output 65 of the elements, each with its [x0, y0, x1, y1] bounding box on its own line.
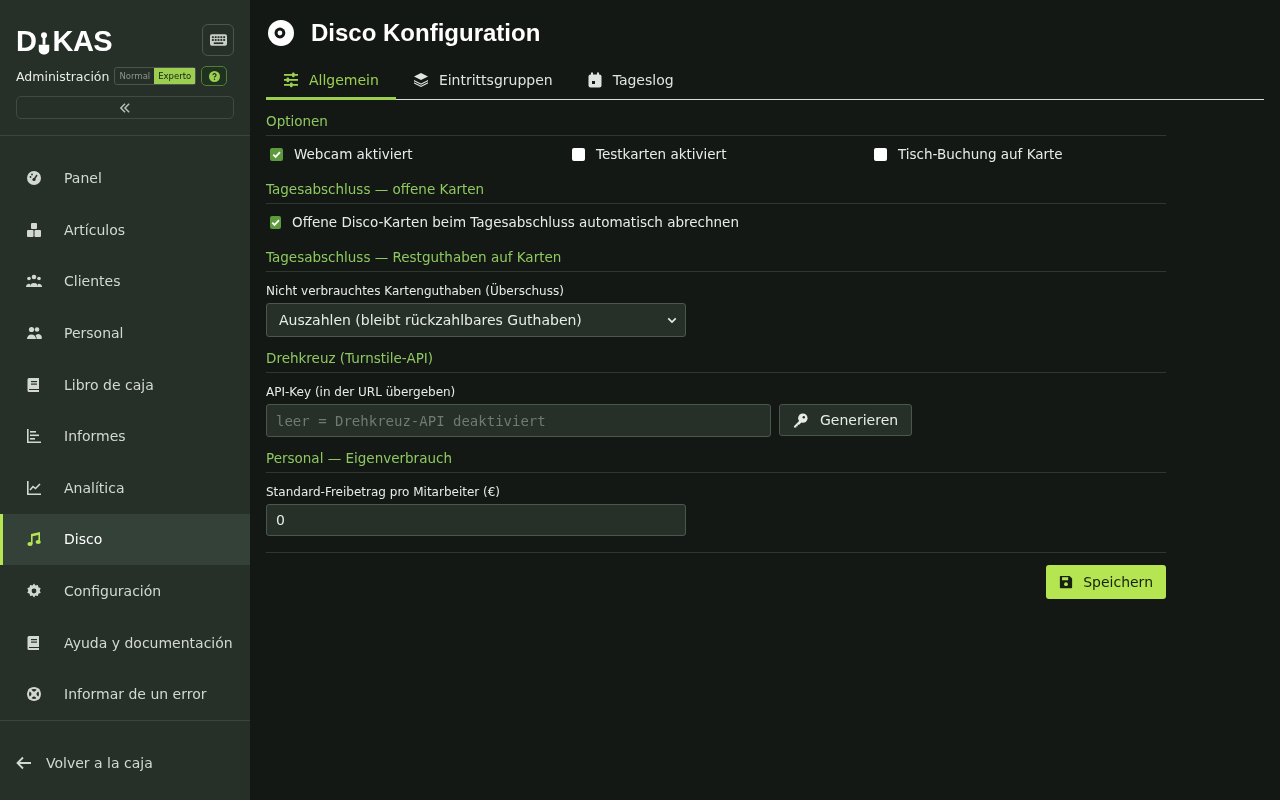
chevron-down-icon: [667, 316, 677, 324]
section-heading: Tagesabschluss — Restguthaben auf Karten: [266, 236, 1166, 272]
checkbox-label: Webcam aktiviert: [294, 146, 413, 162]
section-heading: Optionen: [266, 100, 1166, 136]
group-icon: [26, 273, 42, 290]
nav-item[interactable]: Informes: [0, 410, 250, 462]
book-icon: [26, 376, 42, 393]
lifebuoy-icon: [26, 686, 42, 703]
checkbox-label: Tisch-Buchung auf Karte: [898, 146, 1063, 162]
checkbox[interactable]: [270, 215, 281, 229]
tab[interactable]: Tageslog: [569, 64, 691, 100]
page-title: Disco Konfiguration: [311, 19, 541, 47]
arrow-left-icon: [16, 756, 32, 771]
keyboard-button[interactable]: [202, 24, 234, 56]
question-icon: [208, 70, 220, 82]
logo: D KAS: [16, 26, 113, 56]
nav-item[interactable]: Disco: [0, 513, 250, 566]
nav-item[interactable]: Artículos: [0, 204, 250, 256]
sliders-icon: [283, 72, 299, 88]
nav-item[interactable]: Analítica: [0, 462, 250, 514]
checkbox[interactable]: [270, 147, 283, 161]
help-button[interactable]: [201, 66, 228, 86]
boxes-icon: [26, 221, 42, 238]
line-chart-icon: [26, 479, 42, 496]
calendar-icon: [586, 72, 603, 88]
book-icon: [26, 634, 42, 651]
double-chevron-left-icon: [119, 102, 131, 113]
gear-icon: [26, 583, 42, 599]
nav-item[interactable]: Configuración: [0, 565, 250, 617]
nav-item[interactable]: Libro de caja: [0, 358, 250, 411]
disc-icon: [268, 20, 294, 46]
field-label: Nicht verbrauchtes Kartenguthaben (Überschuss): [266, 284, 565, 298]
music-note-icon: [26, 531, 42, 548]
keyboard-icon: [209, 34, 227, 46]
gauge-icon: [26, 170, 42, 187]
nav-item[interactable]: Personal: [0, 307, 250, 359]
back-link[interactable]: Volver a la caja: [16, 755, 153, 772]
key-icon: [793, 412, 808, 428]
checkbox[interactable]: [874, 147, 887, 161]
field-label: Standard-Freibetrag pro Mitarbeiter (€): [266, 485, 502, 499]
tab[interactable]: Eintrittsgruppen: [395, 64, 570, 100]
layers-icon: [412, 72, 429, 88]
checkbox[interactable]: [572, 147, 585, 161]
nav-item[interactable]: Ayuda y documentación: [0, 616, 250, 669]
section-heading: Personal — Eigenverbrauch: [266, 437, 1166, 473]
bar-list-icon: [26, 428, 42, 445]
dropdown[interactable]: Auszahlen (bleibt rückzahlbares Guthaben): [266, 303, 686, 337]
section-heading: Tagesabschluss — offene Karten: [266, 168, 1166, 204]
mode-option[interactable]: Experto: [154, 68, 196, 84]
input-field[interactable]: leer = Drehkreuz-API deaktiviert: [266, 404, 771, 437]
nav-item[interactable]: Clientes: [0, 255, 250, 308]
checkbox-label: Offene Disco-Karten beim Tagesabschluss automatisch abrechnen: [292, 214, 739, 230]
save-button[interactable]: Speichern: [1046, 565, 1166, 599]
nav-item[interactable]: Informar de un error: [0, 668, 250, 720]
section-heading: Drehkreuz (Turnstile-API): [266, 337, 1166, 373]
tab[interactable]: Allgemein: [266, 64, 396, 100]
admin-label: Administración: [16, 68, 110, 84]
people-icon: [26, 325, 42, 341]
number-field[interactable]: 0: [266, 504, 686, 536]
mode-option[interactable]: Normal: [115, 68, 155, 84]
checkbox-label: Testkarten aktiviert: [596, 146, 727, 162]
generate-button[interactable]: Generieren: [779, 404, 913, 436]
joystick-icon: [37, 29, 52, 56]
nav-item[interactable]: Panel: [0, 152, 250, 205]
field-label: API-Key (in der URL übergeben): [266, 385, 457, 399]
